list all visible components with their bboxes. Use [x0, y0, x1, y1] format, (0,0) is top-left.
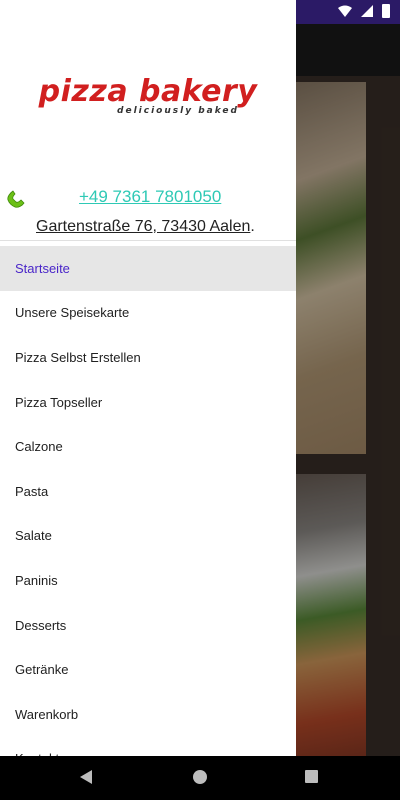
brand-logo: pizza bakery deliciously baked: [0, 74, 296, 116]
status-icons: [338, 4, 390, 18]
phone-icon[interactable]: [4, 186, 28, 210]
menu-item-getraenke[interactable]: Getränke: [0, 647, 296, 692]
menu-item-kontakt[interactable]: Kontakt: [0, 737, 296, 756]
system-nav-bar: [0, 756, 400, 800]
address-suffix: .: [250, 218, 255, 235]
menu-item-desserts[interactable]: Desserts: [0, 603, 296, 648]
address-link[interactable]: Gartenstraße 76, 73430 Aalen: [36, 218, 250, 235]
menu-item-calzone[interactable]: Calzone: [0, 424, 296, 469]
home-icon[interactable]: [193, 770, 207, 784]
navigation-drawer: pizza bakery deliciously baked +49 7361 …: [0, 0, 296, 756]
back-icon[interactable]: [80, 770, 92, 784]
menu-item-startseite[interactable]: Startseite: [0, 246, 296, 291]
menu-item-paninis[interactable]: Paninis: [0, 558, 296, 603]
phone-link[interactable]: +49 7361 7801050: [79, 187, 221, 207]
divider: [0, 240, 296, 241]
menu-item-pasta[interactable]: Pasta: [0, 469, 296, 514]
brand-name: pizza bakery: [38, 74, 258, 109]
menu-item-pizza-topseller[interactable]: Pizza Topseller: [0, 380, 296, 425]
menu-item-speisekarte[interactable]: Unsere Speisekarte: [0, 291, 296, 336]
battery-icon: [382, 4, 390, 18]
menu-item-warenkorb[interactable]: Warenkorb: [0, 692, 296, 737]
menu-item-salate[interactable]: Salate: [0, 514, 296, 559]
phone-row: +49 7361 7801050: [0, 184, 296, 212]
address[interactable]: Gartenstraße 76, 73430 Aalen.: [36, 218, 255, 236]
recents-icon[interactable]: [305, 770, 318, 783]
drawer-scrim[interactable]: [296, 24, 400, 756]
wifi-icon: [338, 5, 352, 17]
signal-icon: [361, 5, 373, 17]
menu-item-pizza-selbst-erstellen[interactable]: Pizza Selbst Erstellen: [0, 335, 296, 380]
drawer-menu: Startseite Unsere Speisekarte Pizza Selb…: [0, 246, 296, 756]
